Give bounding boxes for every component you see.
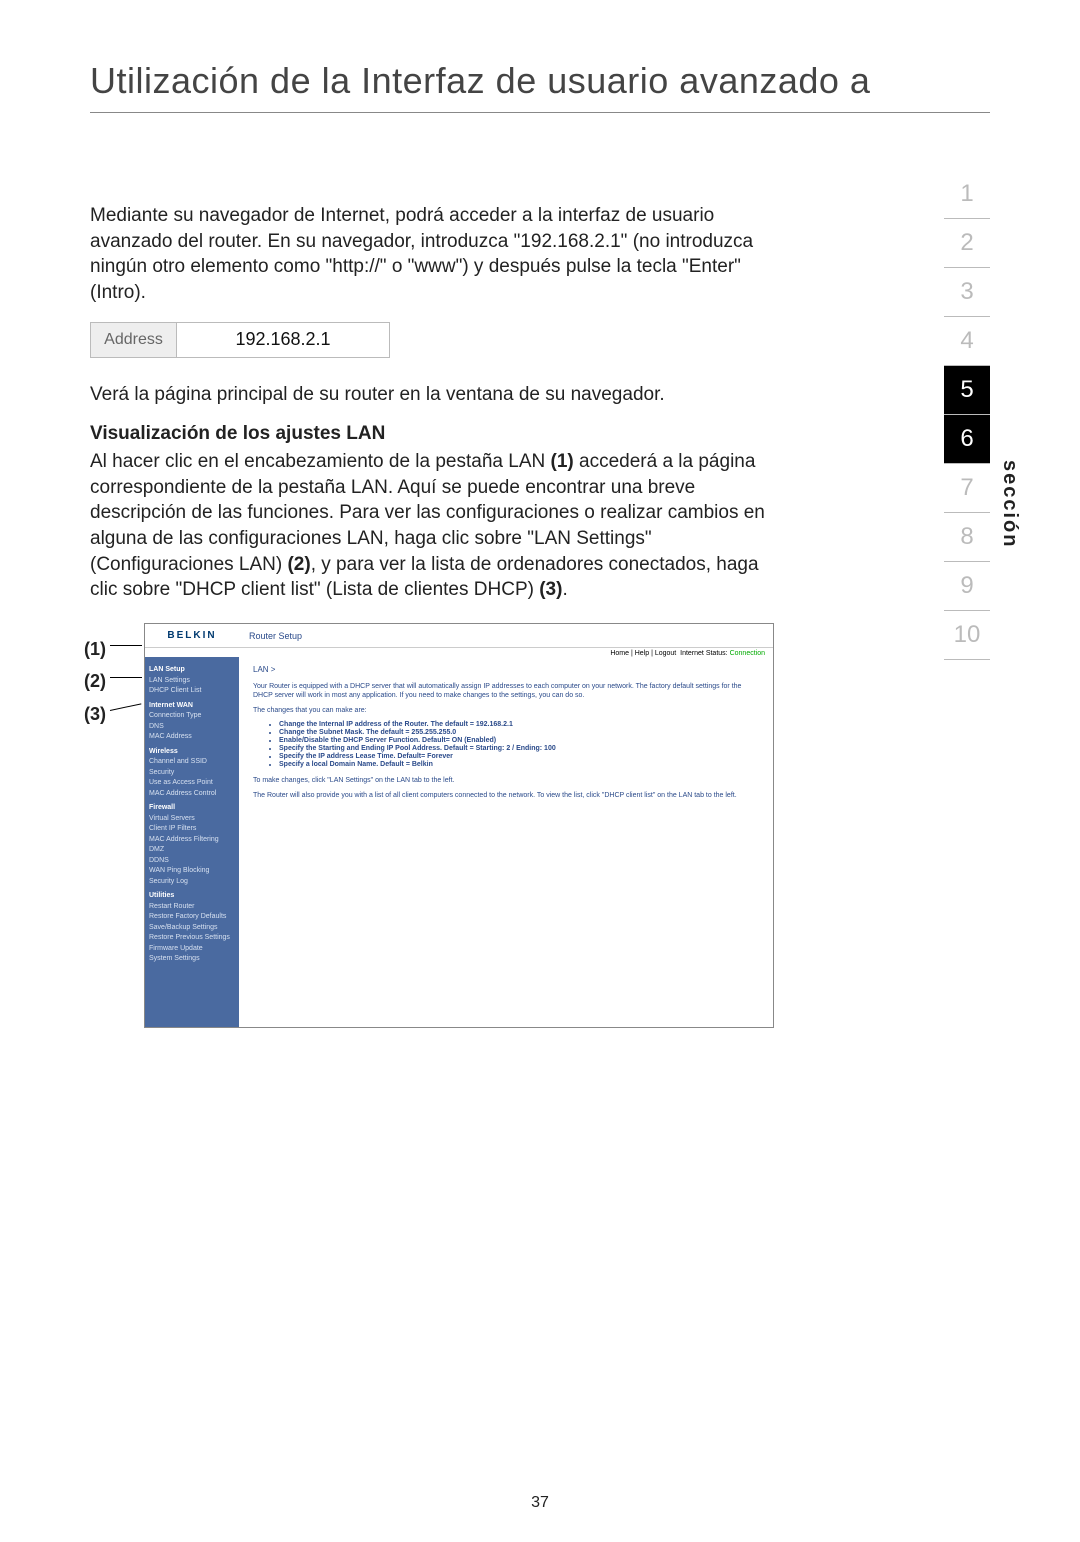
section-label: sección xyxy=(998,460,1021,548)
router-nav-link[interactable]: MAC Address Filtering xyxy=(149,835,239,846)
router-nav-link[interactable]: MAC Address Control xyxy=(149,789,239,800)
router-p3: To make changes, click "LAN Settings" on… xyxy=(253,776,759,785)
section-nav-item[interactable]: 3 xyxy=(944,268,990,317)
address-bar: Address 192.168.2.1 xyxy=(90,322,390,358)
router-nav-link[interactable]: Save/Backup Settings xyxy=(149,923,239,934)
router-nav-link[interactable]: Use as Access Point xyxy=(149,778,239,789)
page-number: 37 xyxy=(0,1494,1080,1512)
router-status-bar: Home | Help | Logout Internet Status: Co… xyxy=(610,648,773,657)
router-nav-group: Wireless xyxy=(149,747,239,758)
section-nav-item[interactable]: 6 xyxy=(944,415,990,464)
router-setup-title: Router Setup xyxy=(239,624,773,647)
section-nav-item[interactable]: 8 xyxy=(944,513,990,562)
section-nav-item[interactable]: 4 xyxy=(944,317,990,366)
section-nav-item[interactable]: 1 xyxy=(944,170,990,219)
router-figure: (1) (2) (3) BELKIN Router Setup Home | H… xyxy=(104,623,990,1028)
section-nav-item[interactable]: 2 xyxy=(944,219,990,268)
router-nav-link[interactable]: Connection Type xyxy=(149,711,239,722)
router-nav-link[interactable]: System Settings xyxy=(149,954,239,965)
page-title: Utilización de la Interfaz de usuario av… xyxy=(90,60,990,113)
intro-paragraph: Mediante su navegador de Internet, podrá… xyxy=(90,203,780,306)
router-nav-link[interactable]: DHCP Client List xyxy=(149,686,239,697)
address-value: 192.168.2.1 xyxy=(177,323,389,357)
section-nav: 12345678910sección xyxy=(944,170,990,660)
router-main-panel: LAN > Your Router is equipped with a DHC… xyxy=(239,657,773,1027)
router-p4: The Router will also provide you with a … xyxy=(253,791,759,800)
router-nav-link[interactable]: LAN Settings xyxy=(149,676,239,687)
section-nav-item[interactable]: 5 xyxy=(944,366,990,415)
after-address-text: Verá la página principal de su router en… xyxy=(90,382,780,408)
router-sidebar: LAN SetupLAN SettingsDHCP Client List Int… xyxy=(145,657,239,1027)
router-bullet: Change the Internal IP address of the Ro… xyxy=(279,721,759,728)
router-nav-link[interactable]: MAC Address xyxy=(149,732,239,743)
router-bullet: Change the Subnet Mask. The default = 25… xyxy=(279,729,759,736)
router-bullet: Specify a local Domain Name. Default = B… xyxy=(279,761,759,768)
router-nav-link[interactable]: Virtual Servers xyxy=(149,814,239,825)
router-nav-link[interactable]: Firmware Update xyxy=(149,944,239,955)
router-bullet: Enable/Disable the DHCP Server Function.… xyxy=(279,737,759,744)
router-nav-group: LAN Setup xyxy=(149,665,239,676)
belkin-logo: BELKIN xyxy=(145,624,239,647)
router-bullets: Change the Internal IP address of the Ro… xyxy=(279,721,759,768)
router-nav-link[interactable]: Restore Factory Defaults xyxy=(149,912,239,923)
router-nav-group: Firewall xyxy=(149,803,239,814)
router-nav-link[interactable]: DDNS xyxy=(149,856,239,867)
router-nav-link[interactable]: Client IP Filters xyxy=(149,824,239,835)
section-nav-item[interactable]: 10 xyxy=(944,611,990,660)
router-nav-link[interactable]: Channel and SSID xyxy=(149,757,239,768)
router-nav-link[interactable]: Restart Router xyxy=(149,902,239,913)
section-nav-item[interactable]: 7 xyxy=(944,464,990,513)
router-bullet: Specify the Starting and Ending IP Pool … xyxy=(279,745,759,752)
router-nav-link[interactable]: Restore Previous Settings xyxy=(149,933,239,944)
lan-subheading: Visualización de los ajustes LAN xyxy=(90,423,990,445)
router-nav-group: Internet WAN xyxy=(149,701,239,712)
router-bullet: Specify the IP address Lease Time. Defau… xyxy=(279,753,759,760)
router-nav-group: Utilities xyxy=(149,891,239,902)
section-nav-item[interactable]: 9 xyxy=(944,562,990,611)
callout-numbers: (1) (2) (3) xyxy=(84,633,106,730)
router-nav-link[interactable]: Security Log xyxy=(149,877,239,888)
router-nav-link[interactable]: Security xyxy=(149,768,239,779)
address-label: Address xyxy=(91,323,177,357)
router-breadcrumb: LAN > xyxy=(253,665,759,674)
router-nav-link[interactable]: DNS xyxy=(149,722,239,733)
router-nav-link[interactable]: DMZ xyxy=(149,845,239,856)
router-ui-screenshot: BELKIN Router Setup Home | Help | Logout… xyxy=(144,623,774,1028)
router-p1: Your Router is equipped with a DHCP serv… xyxy=(253,682,759,700)
lan-paragraph: Al hacer clic en el encabezamiento de la… xyxy=(90,449,780,603)
router-nav-link[interactable]: WAN Ping Blocking xyxy=(149,866,239,877)
router-p2: The changes that you can make are: xyxy=(253,706,759,715)
